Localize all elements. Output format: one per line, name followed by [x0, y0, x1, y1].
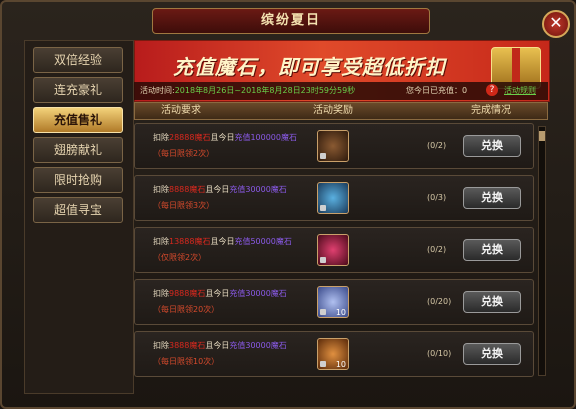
progress-text: (0/10)	[427, 349, 452, 358]
sidebar: 双倍经验 连充豪礼 充值售礼 翅膀献礼 限时抢购 超值寻宝	[24, 40, 134, 394]
exchange-button[interactable]: 兑换	[463, 343, 521, 365]
sidebar-item-wings[interactable]: 翅膀献礼	[33, 137, 123, 163]
progress-text: (0/3)	[427, 193, 447, 202]
scrollbar[interactable]	[538, 126, 546, 376]
banner-title: 充值魔石，即可享受超低折扣	[173, 55, 446, 79]
charged-today: 您今日已充值：0	[406, 86, 468, 95]
gift-box-icon[interactable]: 10	[317, 286, 349, 318]
limit-text: （每日限领20次）	[153, 305, 220, 314]
limit-text: （每日限领10次）	[153, 357, 220, 366]
lock-icon	[320, 361, 326, 367]
requirement-text: 扣除3888魔石且今日充值30000魔石	[153, 341, 287, 350]
red-gem-icon[interactable]	[317, 234, 349, 266]
sidebar-item-flash-sale[interactable]: 限时抢购	[33, 167, 123, 193]
medal-icon[interactable]: 10	[317, 338, 349, 370]
rules-link[interactable]: 活动规则	[504, 82, 536, 100]
table-header: 活动要求 活动奖励 完成情况	[134, 102, 548, 120]
limit-text: （每日限领3次）	[153, 201, 215, 210]
requirement-text: 扣除28888魔石且今日充值100000魔石	[153, 133, 297, 142]
exchange-button[interactable]: 兑换	[463, 291, 521, 313]
header-requirement: 活动要求	[161, 105, 201, 116]
sidebar-item-recharge-gifts[interactable]: 连充豪礼	[33, 77, 123, 103]
lock-icon	[320, 205, 326, 211]
event-time: 活动时间:2018年8月26日~2018年8月28日23时59分59秒	[140, 86, 356, 95]
requirement-text: 扣除8888魔石且今日充值30000魔石	[153, 185, 287, 194]
limit-text: （每日限领2次）	[153, 149, 215, 158]
question-icon[interactable]: ?	[486, 84, 498, 96]
exchange-button[interactable]: 兑换	[463, 135, 521, 157]
event-info-bar: 活动时间:2018年8月26日~2018年8月28日23时59分59秒 您今日已…	[134, 82, 548, 100]
crystal-icon[interactable]	[317, 182, 349, 214]
close-button[interactable]: ✕	[542, 10, 570, 38]
exchange-button[interactable]: 兑换	[463, 239, 521, 261]
sidebar-item-treasure[interactable]: 超值寻宝	[33, 197, 123, 223]
progress-text: (0/20)	[427, 297, 452, 306]
reward-item-icon[interactable]	[317, 130, 349, 162]
event-time-value: 2018年8月26日~2018年8月28日23时59分59秒	[174, 86, 356, 95]
header-status: 完成情况	[471, 105, 511, 116]
window-title: 缤纷夏日	[152, 8, 430, 34]
table-row: 扣除3888魔石且今日充值30000魔石 （每日限领10次） 10 (0/10)…	[134, 331, 534, 377]
progress-text: (0/2)	[427, 245, 447, 254]
scrollbar-thumb[interactable]	[539, 131, 545, 141]
lock-icon	[320, 309, 326, 315]
table-row: 扣除28888魔石且今日充值100000魔石 （每日限领2次） (0/2) 兑换	[134, 123, 534, 169]
requirement-text: 扣除9888魔石且今日充值30000魔石	[153, 289, 287, 298]
event-window: 缤纷夏日 ✕ 双倍经验 连充豪礼 充值售礼 翅膀献礼 限时抢购 超值寻宝 充值魔…	[0, 0, 576, 409]
header-reward: 活动奖励	[313, 105, 353, 116]
progress-text: (0/2)	[427, 141, 447, 150]
exchange-button[interactable]: 兑换	[463, 187, 521, 209]
reward-list: 扣除28888魔石且今日充值100000魔石 （每日限领2次） (0/2) 兑换…	[134, 123, 534, 379]
table-row: 扣除13888魔石且今日充值50000魔石 （仅限领2次） (0/2) 兑换	[134, 227, 534, 273]
lock-icon	[320, 153, 326, 159]
limit-text: （仅限领2次）	[153, 253, 207, 262]
table-row: 扣除9888魔石且今日充值30000魔石 （每日限领20次） 10 (0/20)…	[134, 279, 534, 325]
requirement-text: 扣除13888魔石且今日充值50000魔石	[153, 237, 292, 246]
table-row: 扣除8888魔石且今日充值30000魔石 （每日限领3次） (0/3) 兑换	[134, 175, 534, 221]
item-quantity: 10	[335, 360, 346, 369]
lock-icon	[320, 257, 326, 263]
sidebar-item-double-exp[interactable]: 双倍经验	[33, 47, 123, 73]
item-quantity: 10	[335, 308, 346, 317]
sidebar-item-recharge-sale[interactable]: 充值售礼	[33, 107, 123, 133]
